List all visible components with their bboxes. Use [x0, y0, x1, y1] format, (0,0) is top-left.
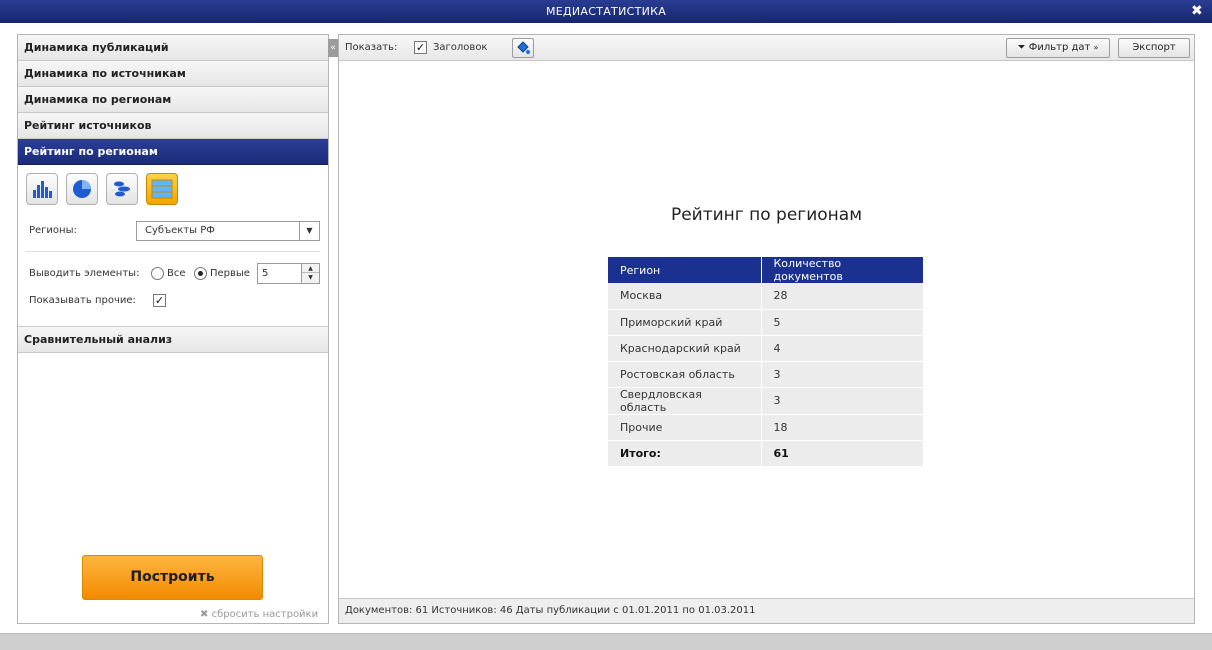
- region-rating-settings: Регионы: Субъекты РФ ▼ Выводить элементы…: [18, 165, 328, 327]
- radio-all[interactable]: [151, 267, 164, 280]
- reset-settings-label: сбросить настройки: [211, 609, 319, 620]
- radio-first[interactable]: [194, 267, 207, 280]
- table-row: Свердловская область 3: [608, 387, 923, 415]
- date-filter-label: Фильтр дат: [1028, 42, 1091, 53]
- radio-all-label: Все: [167, 268, 186, 279]
- cell-region: Свердловская область: [608, 387, 762, 415]
- cell-count: 3: [761, 387, 923, 415]
- first-count-stepper[interactable]: 5 ▲ ▼: [257, 263, 320, 284]
- section-source-rating[interactable]: Рейтинг источников: [18, 113, 328, 139]
- section-comparative-analysis[interactable]: Сравнительный анализ: [18, 327, 328, 353]
- filter-funnel-icon: ⏷: [1017, 42, 1026, 53]
- section-region-rating[interactable]: Рейтинг по регионам: [18, 139, 328, 165]
- window-title: МЕДИАСТАТИСТИКА: [545, 5, 667, 18]
- cell-count: 5: [761, 309, 923, 336]
- collapse-panel-icon[interactable]: «: [328, 39, 338, 57]
- bar-chart-icon: [33, 181, 52, 198]
- region-rating-table: Регион Количество документов Москва 28 Пр…: [608, 257, 923, 467]
- double-chevron-down-icon: »: [1093, 43, 1099, 52]
- show-other-label: Показывать прочие:: [29, 295, 136, 306]
- cell-region: Прочие: [608, 414, 762, 441]
- pie-chart-icon: [73, 180, 91, 198]
- table-icon: [151, 179, 173, 199]
- cell-region: Краснодарский край: [608, 335, 762, 362]
- pie-chart-button[interactable]: [66, 173, 98, 205]
- bubble-chart-icon: [114, 181, 130, 197]
- total-value: 61: [761, 440, 923, 467]
- chart-type-selector: [26, 173, 178, 205]
- title-checkbox-label: Заголовок: [433, 42, 488, 53]
- reset-settings-link[interactable]: ✖ сбросить настройки: [200, 609, 318, 620]
- output-elements-label: Выводить элементы:: [29, 268, 140, 279]
- settings-divider: [26, 251, 320, 252]
- window-titlebar: МЕДИАСТАТИСТИКА ✖: [0, 0, 1212, 23]
- column-header-count[interactable]: Количество документов: [761, 257, 923, 283]
- first-count-value: 5: [262, 268, 269, 279]
- cell-region: Приморский край: [608, 309, 762, 336]
- close-icon[interactable]: ✖: [1190, 0, 1204, 23]
- regions-select[interactable]: Субъекты РФ ▼: [136, 221, 320, 241]
- window-bottom-strip: [0, 633, 1212, 650]
- export-button[interactable]: Экспорт: [1118, 38, 1190, 58]
- paint-bucket-icon: [517, 41, 530, 54]
- table-row: Москва 28: [608, 283, 923, 310]
- status-bar: Документов: 61 Источников: 46 Даты публи…: [339, 598, 1194, 623]
- regions-select-value: Субъекты РФ: [145, 225, 215, 236]
- chevron-down-icon: ▼: [299, 222, 319, 240]
- table-row: Прочие 18: [608, 414, 923, 441]
- cell-count: 4: [761, 335, 923, 362]
- column-header-region[interactable]: Регион: [608, 257, 762, 283]
- report-toolbar: Показать: ✓ Заголовок ⏷ Фильтр дат » Экс…: [339, 35, 1194, 61]
- table-row: Приморский край 5: [608, 309, 923, 336]
- fill-color-button[interactable]: [512, 38, 534, 58]
- stepper-buttons: ▲ ▼: [301, 264, 319, 283]
- table-total-row: Итого: 61: [608, 440, 923, 467]
- cell-region: Москва: [608, 283, 762, 310]
- section-region-dynamics[interactable]: Динамика по регионам: [18, 87, 328, 113]
- report-panel: « Показать: ✓ Заголовок ⏷ Фильтр дат » Э…: [328, 34, 1195, 624]
- section-publication-dynamics[interactable]: Динамика публикаций: [18, 35, 328, 61]
- table-view-button[interactable]: [146, 173, 178, 205]
- total-label: Итого:: [608, 440, 762, 467]
- stepper-down-icon[interactable]: ▼: [302, 273, 319, 282]
- cell-count: 3: [761, 361, 923, 388]
- report-title: Рейтинг по регионам: [670, 205, 863, 225]
- show-label: Показать:: [345, 42, 398, 53]
- stepper-up-icon[interactable]: ▲: [302, 264, 319, 273]
- table-row: Краснодарский край 4: [608, 335, 923, 362]
- cell-region: Ростовская область: [608, 361, 762, 388]
- bubble-chart-button[interactable]: [106, 173, 138, 205]
- section-source-dynamics[interactable]: Динамика по источникам: [18, 61, 328, 87]
- settings-panel: Динамика публикаций Динамика по источник…: [17, 34, 329, 624]
- show-other-checkbox[interactable]: ✓: [153, 294, 166, 307]
- bar-chart-button[interactable]: [26, 173, 58, 205]
- build-button[interactable]: Построить: [82, 555, 263, 600]
- title-checkbox[interactable]: ✓: [414, 41, 427, 54]
- reset-x-icon: ✖: [200, 609, 209, 620]
- table-row: Ростовская область 3: [608, 361, 923, 388]
- radio-first-label: Первые: [210, 268, 250, 279]
- table-header-row: Регион Количество документов: [608, 257, 923, 283]
- cell-count: 18: [761, 414, 923, 441]
- date-filter-button[interactable]: ⏷ Фильтр дат »: [1006, 38, 1110, 58]
- regions-label: Регионы:: [29, 225, 77, 236]
- cell-count: 28: [761, 283, 923, 310]
